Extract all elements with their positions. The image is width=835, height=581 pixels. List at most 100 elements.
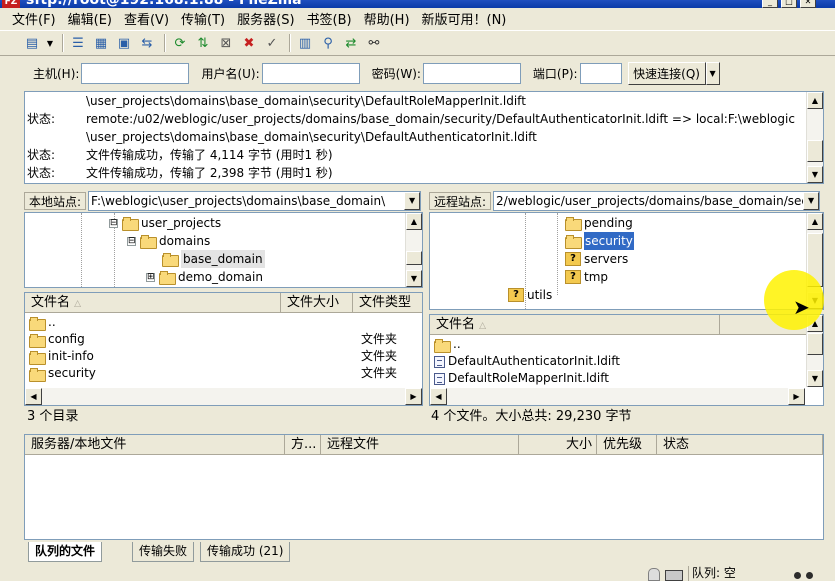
menu-server[interactable]: 服务器(S)	[231, 9, 300, 28]
expand-icon[interactable]: ⊞	[146, 272, 155, 282]
menu-transfer[interactable]: 传输(T)	[175, 9, 231, 28]
unknown-folder-icon: ?	[565, 270, 581, 284]
column-priority[interactable]: 优先级	[597, 435, 657, 455]
process-queue-icon[interactable]: ⇅	[193, 33, 213, 53]
log-label: 状态:	[27, 166, 56, 180]
refresh-icon[interactable]: ⟳	[170, 33, 190, 53]
password-input[interactable]	[422, 62, 521, 84]
remote-tree-node[interactable]: ? servers	[565, 250, 628, 268]
scroll-right-icon[interactable]: ▶	[405, 388, 422, 405]
folder-open-icon	[565, 235, 582, 249]
sort-ascending-icon: △	[479, 321, 487, 331]
scroll-down-icon[interactable]: ▼	[807, 166, 823, 183]
remote-tree-node-selected[interactable]: security	[565, 232, 634, 250]
list-item[interactable]: ..	[29, 314, 409, 331]
menu-bookmarks[interactable]: 书签(B)	[301, 9, 358, 28]
scroll-left-icon[interactable]: ◀	[430, 388, 447, 405]
local-file-list[interactable]: 文件名 △ 文件大小 文件类型 .. config 文件夹 init-info …	[24, 292, 423, 406]
remote-tree-node[interactable]: ? utils	[508, 286, 552, 304]
column-size[interactable]: 大小	[519, 435, 597, 455]
compare-icon[interactable]: ⚲	[318, 33, 338, 53]
remote-site-path[interactable]: 2/weblogic/user_projects/domains/base_do…	[493, 191, 821, 211]
log-scrollbar[interactable]: ▲ ▼	[806, 92, 823, 183]
file-type: 文件夹	[361, 349, 398, 363]
collapse-icon[interactable]: ⊟	[109, 218, 118, 228]
column-remote-file[interactable]: 远程文件	[321, 435, 519, 455]
column-filetype[interactable]: 文件类型	[353, 293, 422, 313]
scroll-up-icon[interactable]: ▲	[807, 213, 823, 230]
username-input[interactable]	[261, 62, 360, 84]
column-filename[interactable]: 文件名 △	[430, 315, 720, 335]
scroll-thumb[interactable]	[807, 140, 823, 162]
maximize-button[interactable]: □	[781, 0, 797, 8]
reconnect-icon[interactable]: ✓	[262, 33, 282, 53]
menu-new-version[interactable]: 新版可用！(N)	[416, 9, 513, 28]
column-status[interactable]: 状态	[657, 435, 823, 455]
scroll-left-icon[interactable]: ◀	[25, 388, 42, 405]
close-button[interactable]: ✕	[800, 0, 816, 8]
local-tree-node[interactable]: ⊞ demo_domain	[146, 268, 263, 286]
local-tree-node-selected[interactable]: base_domain	[162, 250, 265, 268]
quickconnect-dropdown-icon[interactable]: ▼	[705, 61, 720, 85]
list-item[interactable]: DefaultRoleMapperInit.ldift	[434, 370, 794, 387]
list-item[interactable]: init-info 文件夹	[29, 348, 409, 365]
filter-icon[interactable]: ▥	[295, 33, 315, 53]
disconnect-icon[interactable]: ✖	[239, 33, 259, 53]
minimize-button[interactable]: _	[762, 0, 778, 8]
site-manager-icon[interactable]: ▤	[22, 33, 42, 53]
message-log[interactable]: \user_projects\domains\base_domain\secur…	[24, 91, 824, 184]
local-tree-scrollbar[interactable]: ▲ ▼	[405, 213, 422, 287]
list-item[interactable]: config 文件夹	[29, 331, 409, 348]
port-input[interactable]	[579, 62, 622, 84]
scroll-thumb[interactable]	[807, 333, 823, 355]
list-item[interactable]: DefaultAuthenticatorInit.ldift	[434, 353, 794, 370]
toggle-queue-icon[interactable]: ⇆	[137, 33, 157, 53]
column-server-local-file[interactable]: 服务器/本地文件	[25, 435, 285, 455]
log-row: 状态: 文件传输成功，传输了 2,398 字节 (用时1 秒)	[25, 164, 823, 182]
quickconnect-button[interactable]: 快速连接(Q)	[627, 61, 706, 85]
scroll-down-icon[interactable]: ▼	[807, 370, 823, 387]
local-tree-node[interactable]: ⊟ domains	[127, 232, 210, 250]
column-filename[interactable]: 文件名 △	[25, 293, 281, 313]
toggle-message-log-icon[interactable]: ☰	[68, 33, 88, 53]
local-directory-tree[interactable]: ⊟ user_projects ⊟ domains base_domain ⊞ …	[24, 212, 423, 288]
remote-file-list[interactable]: 文件名 △ .. DefaultAuthenticatorInit.ldift …	[429, 314, 824, 406]
list-item[interactable]: security 文件夹	[29, 365, 409, 382]
scroll-thumb[interactable]	[406, 251, 422, 265]
toggle-local-tree-icon[interactable]: ▦	[91, 33, 111, 53]
remote-tree-node[interactable]: ? tmp	[565, 268, 608, 286]
local-site-path[interactable]: F:\weblogic\user_projects\domains\base_d…	[88, 191, 422, 211]
column-filesize[interactable]: 文件大小	[281, 293, 353, 313]
filter-status-icon	[665, 570, 683, 581]
menu-view[interactable]: 查看(V)	[118, 9, 175, 28]
file-name: DefaultAuthenticatorInit.ldift	[448, 354, 620, 368]
search-icon[interactable]: ⚯	[364, 33, 384, 53]
scroll-down-icon[interactable]: ▼	[406, 270, 422, 287]
chevron-down-icon[interactable]: ▼	[404, 192, 421, 210]
collapse-icon[interactable]: ⊟	[127, 236, 136, 246]
list-item[interactable]: ..	[434, 336, 794, 353]
toolbar-separator	[62, 34, 64, 52]
scroll-right-icon[interactable]: ▶	[788, 388, 805, 405]
remote-list-hscrollbar[interactable]: ◀ ▶	[430, 388, 805, 405]
chevron-down-icon[interactable]: ▼	[803, 192, 820, 210]
local-list-hscrollbar[interactable]: ◀ ▶	[25, 388, 422, 405]
tab-queued-files[interactable]: 队列的文件	[28, 542, 103, 562]
remote-tree-node[interactable]: pending	[565, 214, 633, 232]
tab-failed-transfers[interactable]: 传输失败	[132, 542, 195, 562]
dropdown-arrow-icon[interactable]: ▼	[45, 33, 55, 53]
toggle-remote-tree-icon[interactable]: ▣	[114, 33, 134, 53]
tab-successful-transfers[interactable]: 传输成功 (21)	[200, 542, 291, 562]
menu-file[interactable]: 文件(F)	[6, 9, 62, 28]
menu-help[interactable]: 帮助(H)	[358, 9, 416, 28]
host-input[interactable]	[81, 62, 190, 84]
transfer-queue[interactable]: 服务器/本地文件 方... 远程文件 大小 优先级 状态	[24, 434, 824, 540]
cancel-icon[interactable]: ⊠	[216, 33, 236, 53]
scroll-up-icon[interactable]: ▲	[406, 213, 422, 230]
file-type: 文件夹	[361, 366, 398, 380]
scroll-up-icon[interactable]: ▲	[807, 92, 823, 109]
column-direction[interactable]: 方...	[285, 435, 321, 455]
local-tree-node[interactable]: ⊟ user_projects	[109, 214, 221, 232]
menu-edit[interactable]: 编辑(E)	[62, 9, 118, 28]
sync-browse-icon[interactable]: ⇄	[341, 33, 361, 53]
